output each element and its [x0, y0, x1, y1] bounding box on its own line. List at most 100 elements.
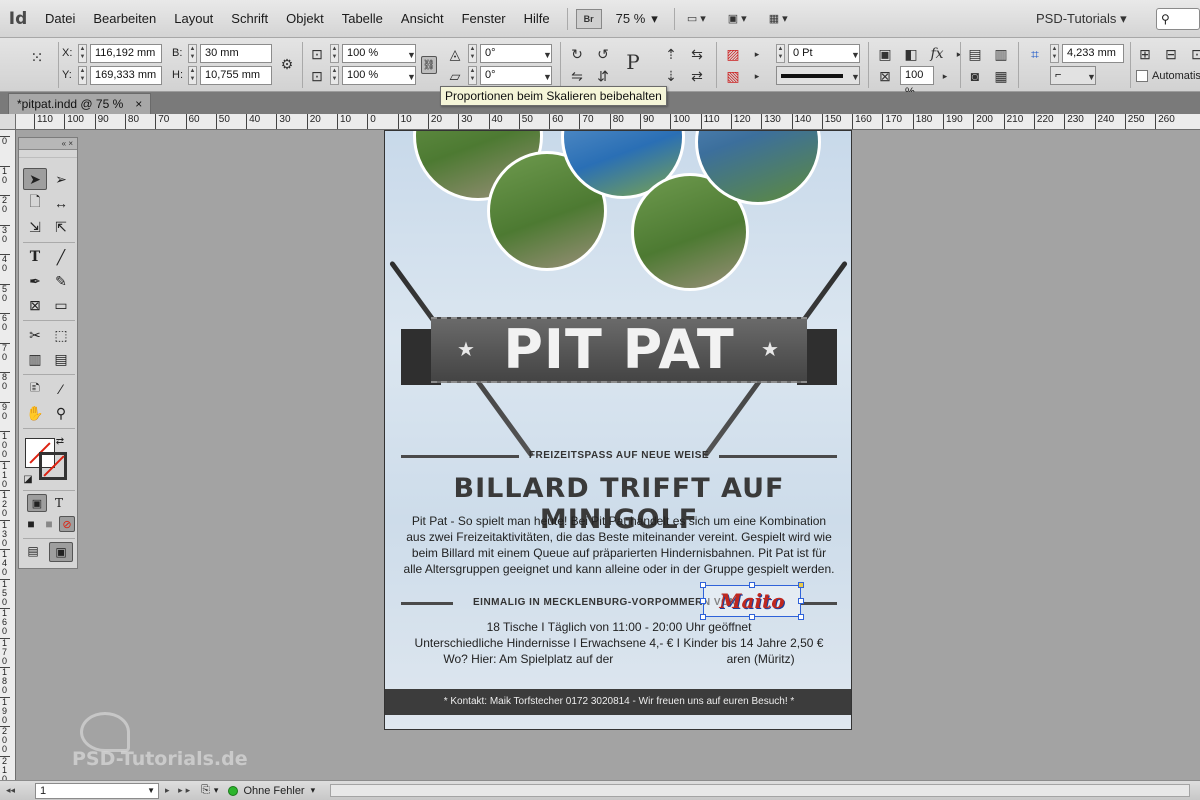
- menu-ansicht[interactable]: Ansicht: [392, 0, 453, 38]
- horizontal-scrollbar[interactable]: [330, 784, 1190, 797]
- frame-fit-icon[interactable]: ⊟: [1160, 44, 1182, 64]
- content-placer-tool[interactable]: ⇱: [49, 216, 73, 238]
- select-container-icon[interactable]: ⇡: [660, 44, 682, 64]
- height-stepper[interactable]: ▲ ▼: [188, 66, 197, 85]
- ruler-origin[interactable]: [0, 114, 16, 130]
- stroke-type-select[interactable]: ▼: [776, 66, 860, 85]
- text-wrap-shape-icon[interactable]: ◙: [964, 66, 986, 86]
- selection-tool[interactable]: ➤: [23, 168, 47, 190]
- constrain-proportions-button[interactable]: ⛓: [421, 56, 437, 74]
- menu-bearbeiten[interactable]: Bearbeiten: [84, 0, 165, 38]
- open-page-icon[interactable]: ⎘: [201, 784, 210, 797]
- select-content-icon[interactable]: ⇣: [660, 66, 682, 86]
- apply-color-button[interactable]: ■: [23, 516, 39, 532]
- formatting-text-button[interactable]: T: [49, 494, 69, 512]
- text-wrap-jump-icon[interactable]: ▦: [990, 66, 1012, 86]
- offset-field[interactable]: 4,233 mm: [1062, 44, 1124, 63]
- chevron-down-icon[interactable]: ▾: [214, 785, 219, 796]
- close-icon[interactable]: ×: [135, 94, 142, 114]
- resize-handle[interactable]: [749, 582, 755, 588]
- reference-point-icon[interactable]: ⁙: [26, 48, 48, 68]
- menu-layout[interactable]: Layout: [165, 0, 222, 38]
- eyedropper-tool[interactable]: ⁄: [49, 378, 73, 400]
- rectangle-frame-tool[interactable]: ⊠: [23, 294, 47, 316]
- menu-schrift[interactable]: Schrift: [222, 0, 277, 38]
- close-icon[interactable]: ×: [68, 139, 73, 148]
- horizontal-ruler[interactable]: 110 100 90 80 70 60 50 40 30 20 10 0 10 20 30 40 50 60 70 8…: [16, 114, 1200, 130]
- flyer-info[interactable]: 18 Tische I Täglich von 11:00 - 20:00 Uh…: [401, 619, 837, 667]
- opacity-menu-chevron[interactable]: ▸: [934, 66, 956, 86]
- menu-hilfe[interactable]: Hilfe: [515, 0, 559, 38]
- shadow-toggle-icon[interactable]: ◧: [900, 44, 922, 64]
- content-center-icon[interactable]: ⊡: [1186, 44, 1200, 64]
- content-collector-tool[interactable]: ⇲: [23, 216, 47, 238]
- pencil-tool[interactable]: ✎: [49, 270, 73, 292]
- apply-gradient-button[interactable]: ■: [41, 516, 57, 532]
- autofit-checkbox[interactable]: [1136, 70, 1148, 82]
- note-tool[interactable]: 🗈: [23, 378, 47, 400]
- corner-shape-select[interactable]: ⌐ ▼: [1050, 66, 1096, 85]
- first-page-icon[interactable]: ◂◂: [6, 785, 15, 796]
- free-transform-tool[interactable]: ⬚: [49, 324, 73, 346]
- resize-handle[interactable]: [798, 582, 804, 588]
- resize-handle[interactable]: [700, 598, 706, 604]
- stroke-weight-field[interactable]: 0 Pt ▼: [788, 44, 860, 63]
- shear-stepper[interactable]: ▲ ▼: [468, 66, 477, 85]
- scissors-tool[interactable]: ✂: [23, 324, 47, 346]
- x-position-field[interactable]: 116,192 mm: [90, 44, 162, 63]
- select-next-icon[interactable]: ⇄: [686, 66, 708, 86]
- gradient-feather-tool[interactable]: ▤: [49, 348, 73, 370]
- fill-none-icon[interactable]: ▨: [722, 44, 744, 64]
- hand-tool[interactable]: ✋: [23, 402, 47, 424]
- view-options-button[interactable]: ▭ ▾: [683, 8, 710, 30]
- rotate-ccw-icon[interactable]: ↺: [592, 44, 614, 64]
- bridge-button[interactable]: Br: [575, 8, 602, 29]
- stroke-menu-chevron[interactable]: ▸: [746, 66, 768, 86]
- y-stepper[interactable]: ▲ ▼: [78, 66, 87, 85]
- height-field[interactable]: 10,755 mm: [200, 66, 272, 85]
- flip-horizontal-icon[interactable]: ⇋: [566, 66, 588, 86]
- rectangle-tool[interactable]: ▭: [49, 294, 73, 316]
- rotate-cw-icon[interactable]: ↻: [566, 44, 588, 64]
- text-wrap-bbox-icon[interactable]: ▥: [990, 44, 1012, 64]
- x-stepper[interactable]: ▲ ▼: [78, 44, 87, 63]
- selected-logo-frame[interactable]: Maito: [703, 585, 801, 617]
- stroke-none-icon[interactable]: ▧: [722, 66, 744, 86]
- width-field[interactable]: 30 mm: [200, 44, 272, 63]
- scale-x-field[interactable]: 100 % ▼: [342, 44, 416, 63]
- page-navigation-icons[interactable]: ▸ ▸▸: [165, 785, 193, 796]
- flyer-footer[interactable]: * Kontakt: Maik Torfstecher 0172 3020814…: [385, 689, 851, 715]
- gap-tool[interactable]: ↔: [49, 192, 73, 214]
- panel-grip[interactable]: [19, 150, 77, 158]
- workspace-switcher[interactable]: PSD-Tutorials ▾: [1036, 0, 1127, 38]
- pen-tool[interactable]: ✒: [23, 270, 47, 292]
- drop-shadow-icon[interactable]: ▣: [874, 44, 896, 64]
- preflight-status[interactable]: Ohne Fehler: [243, 785, 304, 797]
- normal-view-button[interactable]: ▤: [23, 542, 43, 560]
- text-wrap-none-icon[interactable]: ▤: [964, 44, 986, 64]
- document-tab[interactable]: *pitpat.indd @ 75 % ×: [8, 93, 152, 114]
- direct-selection-tool[interactable]: ➢: [49, 168, 73, 190]
- page-number-field[interactable]: 1 ▼: [35, 782, 160, 799]
- menu-tabelle[interactable]: Tabelle: [333, 0, 392, 38]
- menu-objekt[interactable]: Objekt: [277, 0, 333, 38]
- width-stepper[interactable]: ▲ ▼: [188, 44, 197, 63]
- preview-mode-button[interactable]: ▣: [49, 542, 73, 562]
- rotate-stepper[interactable]: ▲ ▼: [468, 44, 477, 63]
- search-input[interactable]: ⚲: [1156, 8, 1200, 30]
- arrange-documents-button[interactable]: ▦ ▾: [765, 8, 792, 30]
- collapse-icon[interactable]: «: [62, 139, 66, 148]
- opacity-field[interactable]: 100 %: [900, 66, 934, 98]
- vertical-ruler[interactable]: 0 10 20 30 40 50 60 70 80 90 100 110 120 130 140 150 160…: [0, 114, 16, 780]
- scale-y-stepper[interactable]: ▲ ▼: [330, 66, 339, 85]
- shear-field[interactable]: 0° ▼: [480, 66, 552, 85]
- flip-vertical-icon[interactable]: ⇵: [592, 66, 614, 86]
- swap-colors-icon[interactable]: ⇄: [53, 434, 67, 448]
- scale-x-stepper[interactable]: ▲ ▼: [330, 44, 339, 63]
- offset-stepper[interactable]: ▲ ▼: [1050, 44, 1059, 63]
- zoom-level-select[interactable]: 75 % ▾: [616, 11, 658, 27]
- chevron-down-icon[interactable]: ▾: [311, 785, 316, 796]
- stroke-weight-stepper[interactable]: ▲ ▼: [776, 44, 785, 63]
- resize-handle[interactable]: [798, 598, 804, 604]
- fill-menu-chevron[interactable]: ▸: [746, 44, 768, 64]
